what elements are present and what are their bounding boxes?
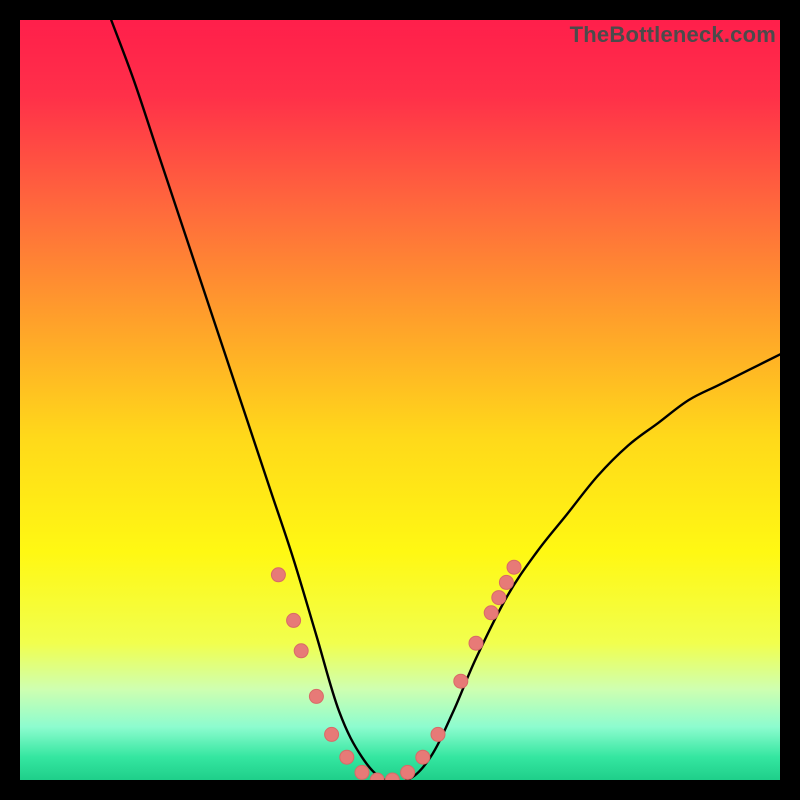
highlight-dot — [492, 591, 506, 605]
highlight-dot — [454, 674, 468, 688]
highlight-dot — [499, 575, 513, 589]
highlight-dot — [340, 750, 354, 764]
highlight-dot — [325, 727, 339, 741]
gradient-background — [20, 20, 780, 780]
highlight-dot — [469, 636, 483, 650]
highlight-dot — [401, 765, 415, 779]
chart-svg — [20, 20, 780, 780]
highlight-dot — [431, 727, 445, 741]
highlight-dot — [507, 560, 521, 574]
plot-area — [20, 20, 780, 780]
highlight-dot — [287, 613, 301, 627]
highlight-dot — [355, 765, 369, 779]
highlight-dot — [309, 689, 323, 703]
highlight-dot — [416, 750, 430, 764]
highlight-dot — [294, 644, 308, 658]
highlight-dot — [484, 606, 498, 620]
highlight-dot — [271, 568, 285, 582]
chart-frame: TheBottleneck.com — [0, 0, 800, 800]
watermark-text: TheBottleneck.com — [570, 22, 776, 48]
